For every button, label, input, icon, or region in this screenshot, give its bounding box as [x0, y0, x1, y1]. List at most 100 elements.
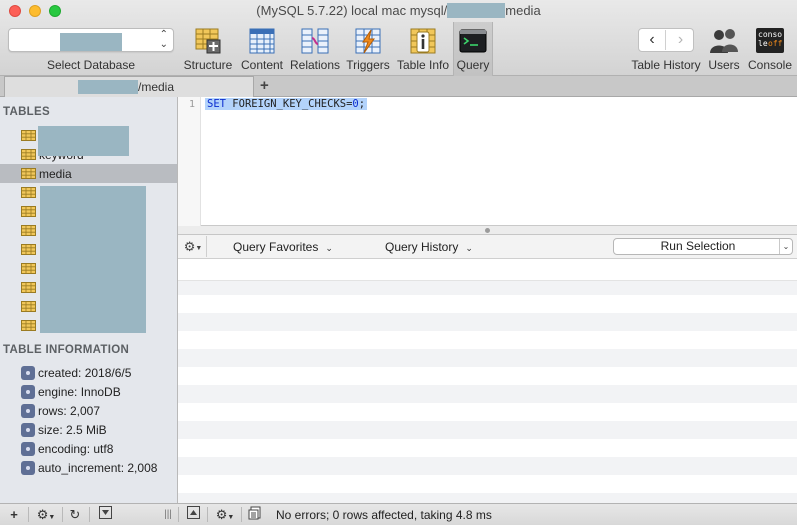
window-title-suffix: media — [505, 3, 541, 18]
table-icon — [21, 225, 36, 236]
add-tab-button[interactable]: + — [260, 77, 269, 94]
tab-bar: /media + — [0, 76, 797, 97]
table-info-item: size: 2.5 MiB — [0, 420, 177, 439]
toolbar-item-label: Console — [747, 58, 793, 72]
editor-results-splitter[interactable] — [178, 226, 797, 235]
caret-down-icon: ▼ — [48, 514, 56, 521]
run-selection-button[interactable]: Run Selection ⌄ — [613, 238, 793, 255]
database-select[interactable]: ⌃ ⌄ — [8, 28, 174, 52]
export-shape — [248, 506, 261, 520]
results-header — [178, 259, 797, 281]
gear-icon: ⚙ — [183, 239, 196, 254]
redacted-block — [78, 80, 138, 94]
table-history-label: Table History — [631, 58, 701, 72]
table-icon — [21, 282, 36, 293]
toolbar-table-info-button[interactable]: Table Info — [396, 22, 450, 76]
toolbar-users-button[interactable]: Users — [705, 22, 743, 76]
divider — [178, 507, 179, 522]
tab-media[interactable]: /media — [4, 76, 254, 97]
line-gutter: 1 — [178, 97, 201, 226]
divider — [62, 507, 63, 522]
chevron-down-icon: ⌄ — [465, 243, 473, 253]
export-icon[interactable] — [246, 506, 264, 523]
table-icon — [21, 149, 36, 160]
splitter-handle[interactable] — [485, 228, 490, 233]
select-database-label: Select Database — [46, 58, 136, 72]
refresh-icon[interactable]: ↻ — [66, 506, 84, 523]
sidebar-table-item[interactable]: media — [0, 164, 177, 183]
caret-down-icon: ▼ — [227, 514, 235, 521]
toolbar-query-button[interactable]: Query — [453, 22, 493, 76]
table-info-item: encoding: utf8 — [0, 439, 177, 458]
toolbar-structure-button[interactable]: Structure — [181, 22, 235, 76]
table-icon — [21, 168, 36, 179]
panel-shape — [186, 506, 200, 519]
table-info-text: auto_increment: 2,008 — [38, 461, 158, 475]
divider — [28, 507, 29, 522]
sql-keyword: SET — [207, 98, 226, 110]
query-history-menu[interactable]: Query History ⌄ — [385, 240, 473, 254]
updown-chevron-icon: ⌃ ⌄ — [159, 29, 168, 50]
query-icon — [459, 29, 487, 53]
add-table-button[interactable]: + — [5, 506, 23, 523]
query-gear-menu-button[interactable]: ⚙▼ — [180, 236, 207, 257]
results-table[interactable] — [178, 259, 797, 503]
toolbar-item-label: Structure — [183, 58, 233, 72]
filter-icon[interactable] — [96, 506, 114, 523]
console-icon: conso le off — [756, 28, 784, 53]
query-favorites-label: Query Favorites — [233, 240, 319, 254]
line-number: 1 — [188, 99, 195, 110]
sidebar: TABLES keywordmedia TABLE INFORMATION cr… — [0, 97, 178, 503]
redacted-block — [40, 186, 146, 333]
divider — [89, 507, 90, 522]
redacted-block — [60, 33, 122, 51]
resize-handle-icon[interactable]: ||| — [162, 506, 174, 523]
info-bullet-icon — [21, 366, 35, 380]
chevron-down-icon[interactable]: ⌄ — [779, 239, 792, 254]
sidebar-gear-menu-button[interactable]: ⚙▼ — [33, 506, 59, 523]
chevron-down-icon: ⌄ — [325, 243, 333, 253]
results-gear-menu-button[interactable]: ⚙▼ — [212, 506, 238, 523]
status-message: No errors; 0 rows affected, taking 4.8 m… — [276, 508, 492, 522]
bottom-bar: + ⚙▼ ↻ ||| ⚙▼ No errors; 0 rows affected… — [0, 503, 797, 525]
info-bullet-icon — [21, 404, 35, 418]
tables-section-title: TABLES — [3, 106, 50, 118]
table-info-item: engine: InnoDB — [0, 382, 177, 401]
gear-icon: ⚙ — [36, 507, 49, 522]
content-icon — [249, 28, 275, 54]
table-info-text: rows: 2,007 — [38, 404, 101, 418]
table-info-text: created: 2018/6/5 — [38, 366, 132, 380]
toolbar-content-button[interactable]: Content — [238, 22, 286, 76]
info-bullet-icon — [21, 442, 35, 456]
sidebar-table-name: media — [39, 167, 72, 181]
table-icon — [21, 244, 36, 255]
divider — [241, 507, 242, 522]
run-selection-label: Run Selection — [660, 239, 736, 253]
query-favorites-menu[interactable]: Query Favorites ⌄ — [233, 240, 333, 254]
query-editor[interactable]: 1 SET FOREIGN_KEY_CHECKS=0; — [178, 97, 797, 226]
table-icon — [21, 301, 36, 312]
toolbar-triggers-button[interactable]: Triggers — [344, 22, 392, 76]
toolbar-relations-button[interactable]: Relations — [289, 22, 341, 76]
table-icon — [21, 130, 36, 141]
toolbar-item-label: Triggers — [346, 58, 390, 72]
table-icon — [21, 206, 36, 217]
toolbar-item-label: Relations — [289, 58, 341, 72]
table-history-label-area: Table History — [628, 22, 704, 76]
gear-icon: ⚙ — [215, 507, 228, 522]
table-icon — [21, 187, 36, 198]
redacted-block — [447, 3, 506, 18]
divider — [207, 507, 208, 522]
sql-identifier: FOREIGN_KEY_CHECKS — [232, 98, 347, 110]
table-information-title: TABLE INFORMATION — [3, 344, 130, 356]
toggle-panel-icon[interactable] — [184, 506, 202, 523]
caret-down-icon: ▼ — [195, 245, 203, 252]
console-icon-text-3: off — [768, 39, 783, 48]
sql-statement[interactable]: SET FOREIGN_KEY_CHECKS=0; — [205, 98, 368, 110]
console-icon-text-1: conso — [758, 30, 782, 39]
table-info-icon — [410, 28, 436, 54]
relations-icon — [301, 28, 329, 54]
toolbar-item-label: Query — [456, 58, 490, 72]
toolbar-console-button[interactable]: conso le off Console — [745, 22, 795, 76]
query-action-bar: ⚙▼ Query Favorites ⌄ Query History ⌄ Run S… — [178, 235, 797, 259]
